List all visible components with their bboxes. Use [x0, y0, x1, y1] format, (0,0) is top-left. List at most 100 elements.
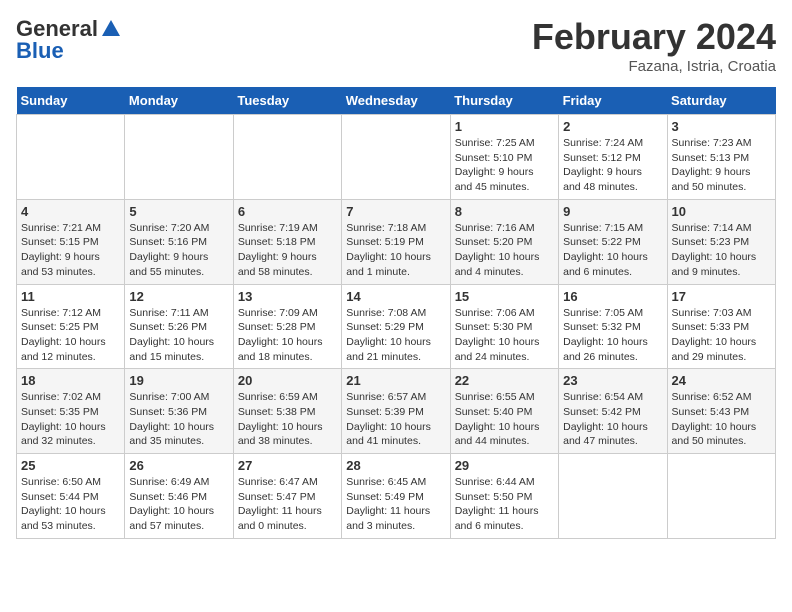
day-info: Sunrise: 6:52 AM Sunset: 5:43 PM Dayligh… — [672, 390, 771, 449]
day-info: Sunrise: 7:12 AM Sunset: 5:25 PM Dayligh… — [21, 306, 120, 365]
day-info: Sunrise: 7:08 AM Sunset: 5:29 PM Dayligh… — [346, 306, 445, 365]
day-number: 26 — [129, 458, 228, 473]
day-number: 13 — [238, 289, 337, 304]
day-number: 11 — [21, 289, 120, 304]
calendar-cell: 8Sunrise: 7:16 AM Sunset: 5:20 PM Daylig… — [450, 199, 558, 284]
day-number: 3 — [672, 119, 771, 134]
calendar-header-friday: Friday — [559, 87, 667, 115]
calendar-week-1: 1 Sunrise: 7:25 AM Sunset: 5:10 PM Daylig… — [17, 115, 776, 200]
day-info: Sunrise: 7:18 AM Sunset: 5:19 PM Dayligh… — [346, 221, 445, 280]
calendar-cell: 1 Sunrise: 7:25 AM Sunset: 5:10 PM Daylig… — [450, 115, 558, 200]
day-info: Sunrise: 7:14 AM Sunset: 5:23 PM Dayligh… — [672, 221, 771, 280]
calendar-header-saturday: Saturday — [667, 87, 775, 115]
day-info: Sunrise: 7:03 AM Sunset: 5:33 PM Dayligh… — [672, 306, 771, 365]
day-info: Sunrise: 7:25 AM Sunset: 5:10 PM Dayligh… — [455, 136, 554, 195]
calendar-cell: 17 Sunrise: 7:03 AM Sunset: 5:33 PM Dayli… — [667, 284, 775, 369]
day-info: Sunrise: 6:49 AM Sunset: 5:46 PM Dayligh… — [129, 475, 228, 534]
calendar-week-2: 4 Sunrise: 7:21 AM Sunset: 5:15 PM Daylig… — [17, 199, 776, 284]
day-number: 4 — [21, 204, 120, 219]
day-number: 14 — [346, 289, 445, 304]
calendar-header-sunday: Sunday — [17, 87, 125, 115]
calendar-cell: 26 Sunrise: 6:49 AM Sunset: 5:46 PM Dayli… — [125, 454, 233, 539]
calendar-cell: 3 Sunrise: 7:23 AM Sunset: 5:13 PM Daylig… — [667, 115, 775, 200]
day-number: 8 — [455, 204, 554, 219]
day-info: Sunrise: 6:55 AM Sunset: 5:40 PM Dayligh… — [455, 390, 554, 449]
day-info: Sunrise: 7:24 AM Sunset: 5:12 PM Dayligh… — [563, 136, 662, 195]
day-number: 22 — [455, 373, 554, 388]
day-info: Sunrise: 6:57 AM Sunset: 5:39 PM Dayligh… — [346, 390, 445, 449]
calendar-cell — [667, 454, 775, 539]
logo-blue-text: Blue — [16, 38, 64, 64]
calendar-cell — [342, 115, 450, 200]
day-number: 18 — [21, 373, 120, 388]
calendar-cell — [559, 454, 667, 539]
calendar-cell: 16 Sunrise: 7:05 AM Sunset: 5:32 PM Dayli… — [559, 284, 667, 369]
day-info: Sunrise: 7:09 AM Sunset: 5:28 PM Dayligh… — [238, 306, 337, 365]
calendar-cell: 23Sunrise: 6:54 AM Sunset: 5:42 PM Dayli… — [559, 369, 667, 454]
day-number: 20 — [238, 373, 337, 388]
day-number: 7 — [346, 204, 445, 219]
logo: General Blue — [16, 16, 124, 64]
day-number: 17 — [672, 289, 771, 304]
logo-icon — [100, 18, 122, 40]
calendar-cell: 13 Sunrise: 7:09 AM Sunset: 5:28 PM Dayli… — [233, 284, 341, 369]
day-info: Sunrise: 6:47 AM Sunset: 5:47 PM Dayligh… — [238, 475, 337, 534]
day-info: Sunrise: 7:20 AM Sunset: 5:16 PM Dayligh… — [129, 221, 228, 280]
calendar-cell: 2 Sunrise: 7:24 AM Sunset: 5:12 PM Daylig… — [559, 115, 667, 200]
calendar-cell: 11 Sunrise: 7:12 AM Sunset: 5:25 PM Dayli… — [17, 284, 125, 369]
month-title: February 2024 — [532, 16, 776, 58]
day-info: Sunrise: 7:15 AM Sunset: 5:22 PM Dayligh… — [563, 221, 662, 280]
day-number: 1 — [455, 119, 554, 134]
day-number: 6 — [238, 204, 337, 219]
calendar-cell: 10 Sunrise: 7:14 AM Sunset: 5:23 PM Dayli… — [667, 199, 775, 284]
calendar-cell: 25 Sunrise: 6:50 AM Sunset: 5:44 PM Dayli… — [17, 454, 125, 539]
day-number: 9 — [563, 204, 662, 219]
day-number: 16 — [563, 289, 662, 304]
day-number: 29 — [455, 458, 554, 473]
day-info: Sunrise: 7:02 AM Sunset: 5:35 PM Dayligh… — [21, 390, 120, 449]
day-info: Sunrise: 7:19 AM Sunset: 5:18 PM Dayligh… — [238, 221, 337, 280]
calendar-header-wednesday: Wednesday — [342, 87, 450, 115]
calendar-header-row: SundayMondayTuesdayWednesdayThursdayFrid… — [17, 87, 776, 115]
day-info: Sunrise: 7:05 AM Sunset: 5:32 PM Dayligh… — [563, 306, 662, 365]
calendar-cell: 29Sunrise: 6:44 AM Sunset: 5:50 PM Dayli… — [450, 454, 558, 539]
day-info: Sunrise: 7:21 AM Sunset: 5:15 PM Dayligh… — [21, 221, 120, 280]
day-info: Sunrise: 6:50 AM Sunset: 5:44 PM Dayligh… — [21, 475, 120, 534]
day-info: Sunrise: 7:11 AM Sunset: 5:26 PM Dayligh… — [129, 306, 228, 365]
calendar-cell: 20 Sunrise: 6:59 AM Sunset: 5:38 PM Dayli… — [233, 369, 341, 454]
location: Fazana, Istria, Croatia — [532, 58, 776, 75]
calendar-cell: 4 Sunrise: 7:21 AM Sunset: 5:15 PM Daylig… — [17, 199, 125, 284]
day-info: Sunrise: 6:54 AM Sunset: 5:42 PM Dayligh… — [563, 390, 662, 449]
calendar-cell: 22 Sunrise: 6:55 AM Sunset: 5:40 PM Dayli… — [450, 369, 558, 454]
calendar-header-tuesday: Tuesday — [233, 87, 341, 115]
calendar-cell: 18 Sunrise: 7:02 AM Sunset: 5:35 PM Dayli… — [17, 369, 125, 454]
calendar-header-thursday: Thursday — [450, 87, 558, 115]
calendar-cell: 14 Sunrise: 7:08 AM Sunset: 5:29 PM Dayli… — [342, 284, 450, 369]
day-info: Sunrise: 7:23 AM Sunset: 5:13 PM Dayligh… — [672, 136, 771, 195]
day-number: 24 — [672, 373, 771, 388]
calendar-cell: 7 Sunrise: 7:18 AM Sunset: 5:19 PM Daylig… — [342, 199, 450, 284]
calendar-week-3: 11 Sunrise: 7:12 AM Sunset: 5:25 PM Dayli… — [17, 284, 776, 369]
calendar-cell: 27 Sunrise: 6:47 AM Sunset: 5:47 PM Dayli… — [233, 454, 341, 539]
calendar-cell: 15 Sunrise: 7:06 AM Sunset: 5:30 PM Dayli… — [450, 284, 558, 369]
day-number: 10 — [672, 204, 771, 219]
day-number: 12 — [129, 289, 228, 304]
day-number: 2 — [563, 119, 662, 134]
calendar-cell: 19Sunrise: 7:00 AM Sunset: 5:36 PM Dayli… — [125, 369, 233, 454]
calendar-cell: 24 Sunrise: 6:52 AM Sunset: 5:43 PM Dayli… — [667, 369, 775, 454]
calendar-cell: 9 Sunrise: 7:15 AM Sunset: 5:22 PM Daylig… — [559, 199, 667, 284]
calendar-cell: 28Sunrise: 6:45 AM Sunset: 5:49 PM Dayli… — [342, 454, 450, 539]
day-number: 19 — [129, 373, 228, 388]
calendar-table: SundayMondayTuesdayWednesdayThursdayFrid… — [16, 87, 776, 539]
day-info: Sunrise: 7:06 AM Sunset: 5:30 PM Dayligh… — [455, 306, 554, 365]
calendar-week-4: 18 Sunrise: 7:02 AM Sunset: 5:35 PM Dayli… — [17, 369, 776, 454]
day-number: 27 — [238, 458, 337, 473]
calendar-week-5: 25 Sunrise: 6:50 AM Sunset: 5:44 PM Dayli… — [17, 454, 776, 539]
day-number: 21 — [346, 373, 445, 388]
day-number: 15 — [455, 289, 554, 304]
day-number: 25 — [21, 458, 120, 473]
calendar-cell — [125, 115, 233, 200]
page-header: General Blue February 2024 Fazana, Istri… — [16, 16, 776, 75]
title-block: February 2024 Fazana, Istria, Croatia — [532, 16, 776, 75]
day-info: Sunrise: 6:59 AM Sunset: 5:38 PM Dayligh… — [238, 390, 337, 449]
